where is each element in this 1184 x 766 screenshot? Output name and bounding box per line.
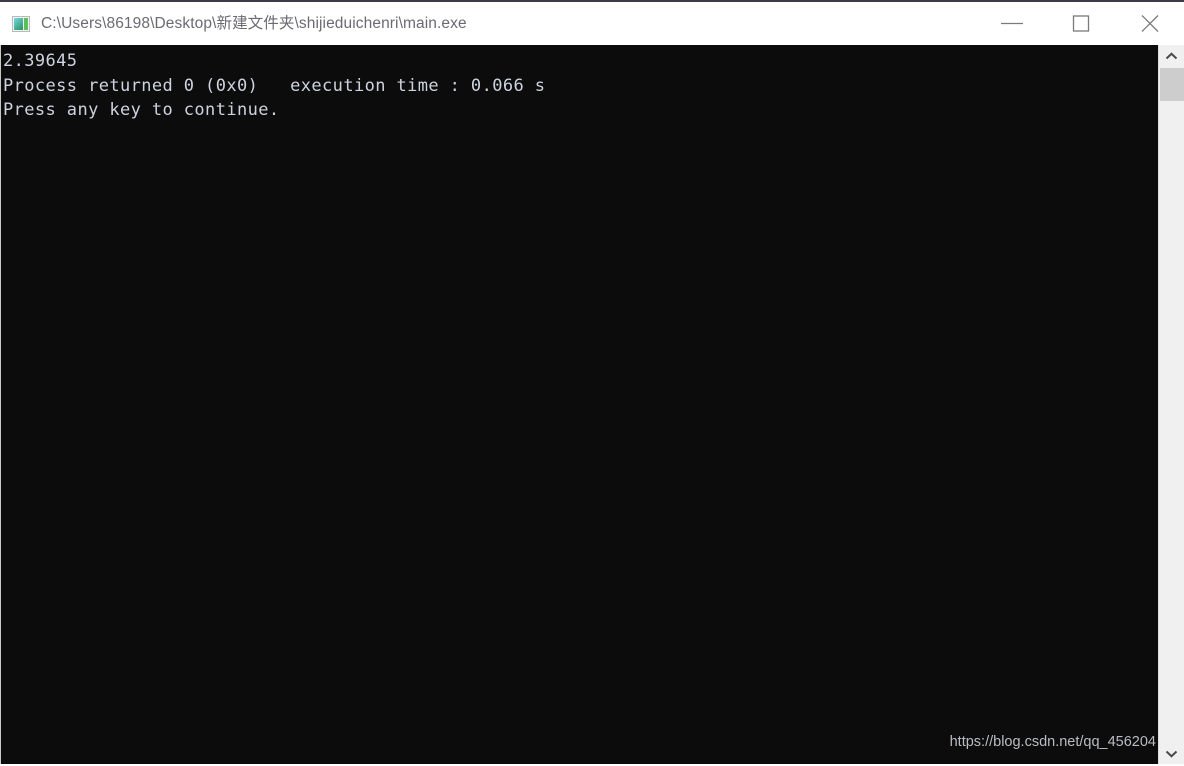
close-icon [1141,15,1158,32]
console-app-icon [12,16,30,32]
app-icon-bar [24,18,28,30]
maximize-icon [1072,15,1089,32]
minimize-button[interactable] [977,1,1046,46]
app-icon-block [14,18,23,30]
scroll-down-button[interactable] [1159,742,1184,764]
window-title: C:\Users\86198\Desktop\新建文件夹\shijieduich… [41,14,467,32]
minimize-icon [1000,22,1023,25]
scroll-up-arrow-icon [1165,51,1178,59]
maximize-button[interactable] [1046,1,1115,46]
titlebar-left: C:\Users\86198\Desktop\新建文件夹\shijieduich… [0,14,977,34]
console-output-text: 2.39645 Process returned 0 (0x0) executi… [3,51,546,120]
vertical-scrollbar[interactable] [1158,45,1184,764]
console-output-area[interactable]: 2.39645 Process returned 0 (0x0) executi… [0,45,1158,764]
close-button[interactable] [1115,1,1184,46]
scroll-down-arrow-icon [1165,750,1178,758]
scrollbar-thumb[interactable] [1160,68,1184,101]
watermark-url: https://blog.csdn.net/qq_456204 [949,734,1156,750]
scrollbar-track[interactable] [1159,101,1184,742]
titlebar[interactable]: C:\Users\86198\Desktop\新建文件夹\shijieduich… [0,0,1184,45]
scroll-up-button[interactable] [1159,45,1184,67]
console-window: C:\Users\86198\Desktop\新建文件夹\shijieduich… [0,0,1184,766]
window-controls [977,1,1184,46]
